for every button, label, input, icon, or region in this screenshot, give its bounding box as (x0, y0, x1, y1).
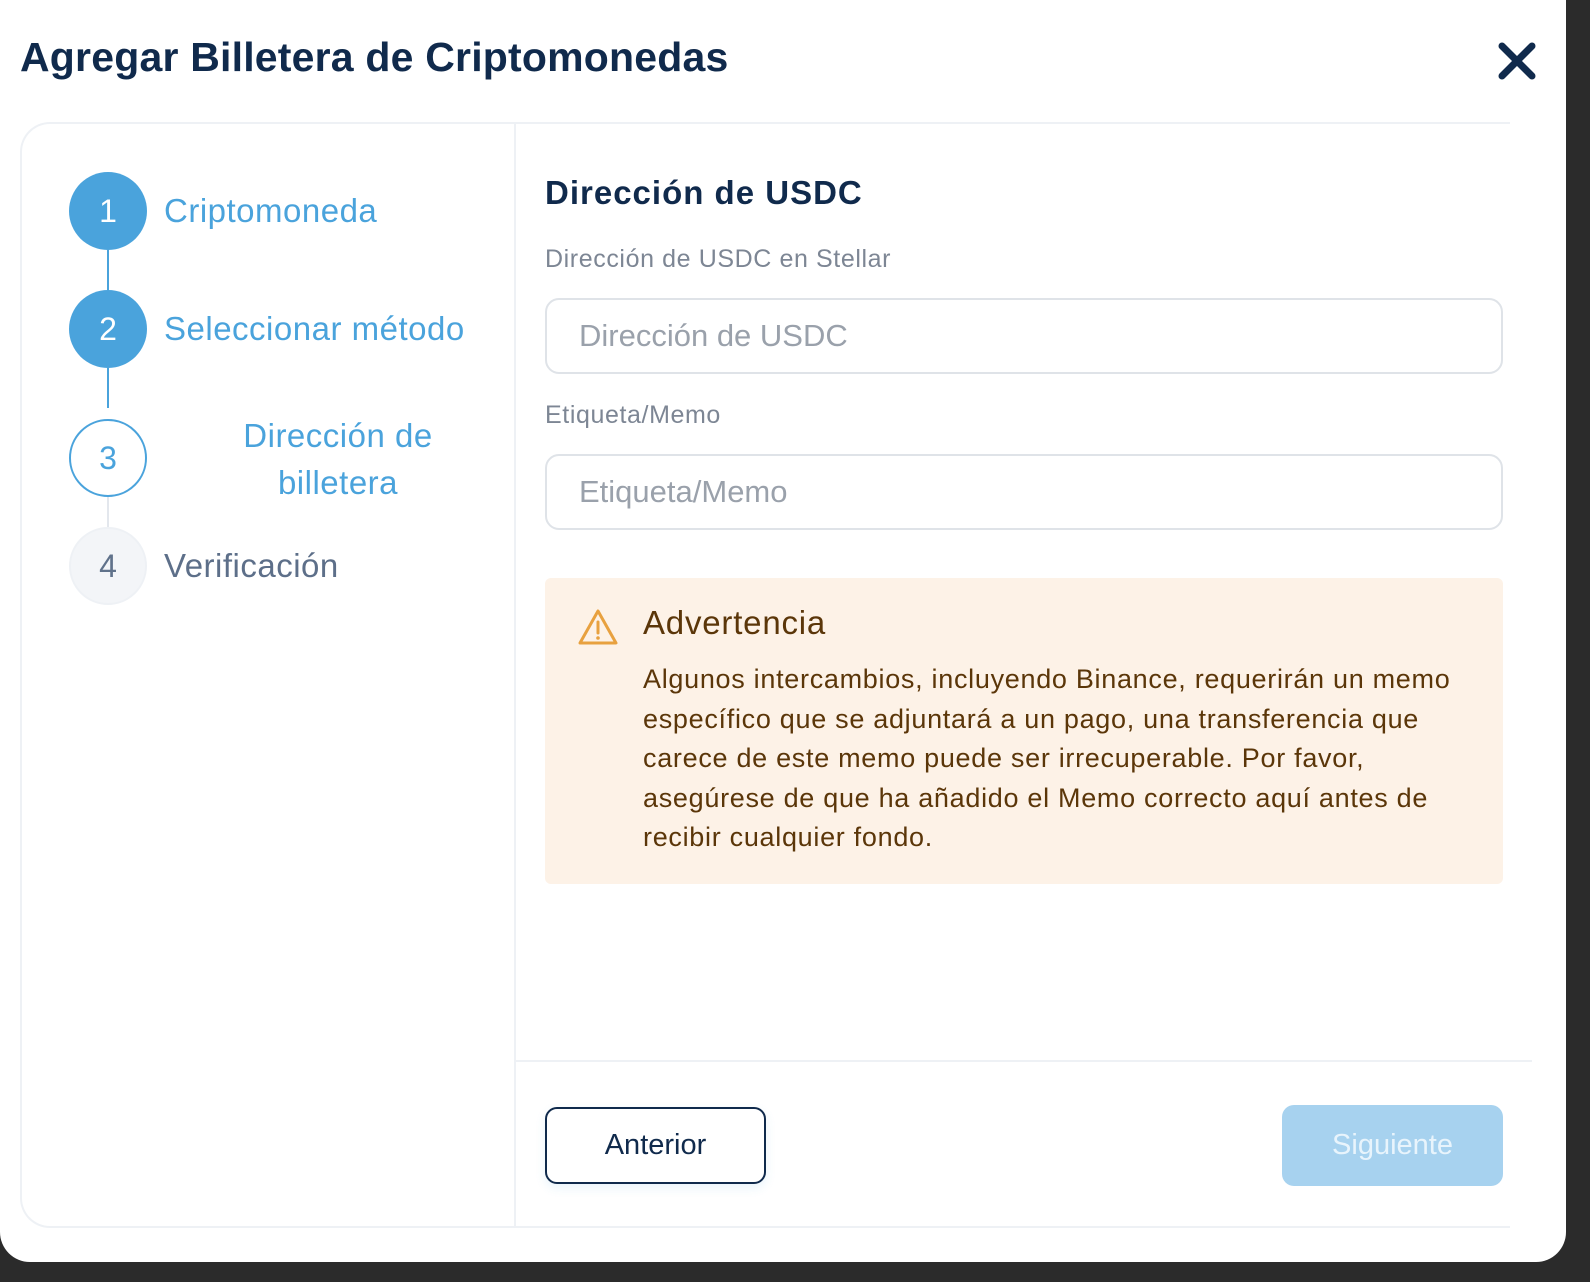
address-label: Dirección de USDC en Stellar (545, 245, 892, 273)
warning-title: Advertencia (643, 604, 827, 641)
warning-text: Algunos intercambios, incluyendo Binance… (643, 664, 1451, 852)
step-label: Verificación (164, 547, 339, 584)
memo-input[interactable] (545, 454, 1503, 530)
next-button[interactable]: Siguiente (1282, 1105, 1503, 1186)
warning-triangle-icon (578, 609, 618, 645)
step-number: 2 (69, 290, 147, 368)
vertical-divider (514, 124, 516, 1228)
step-label: Criptomoneda (164, 192, 378, 229)
usdc-address-input[interactable] (545, 298, 1503, 374)
memo-label: Etiqueta/Memo (545, 401, 721, 429)
previous-button[interactable]: Anterior (545, 1107, 766, 1184)
section-title: Dirección de USDC (545, 174, 863, 211)
footer-divider (516, 1060, 1532, 1062)
step-number: 4 (69, 527, 147, 605)
close-button[interactable] (1492, 36, 1542, 86)
step-connector (107, 368, 109, 408)
step-label-line: Dirección de (243, 417, 433, 454)
step-label: Seleccionar método (164, 310, 465, 347)
close-icon (1498, 42, 1536, 80)
step-label: Dirección de billetera (168, 412, 508, 506)
step-label-line: billetera (277, 464, 399, 501)
step-number: 3 (69, 419, 147, 497)
modal-title: Agregar Billetera de Criptomonedas (20, 34, 729, 80)
step-connector (107, 250, 109, 290)
add-crypto-wallet-modal: Agregar Billetera de Criptomonedas 1 Cri… (0, 0, 1566, 1262)
warning-box: Advertencia Algunos intercambios, incluy… (545, 578, 1503, 884)
step-number: 1 (69, 172, 147, 250)
step-connector (107, 497, 109, 527)
